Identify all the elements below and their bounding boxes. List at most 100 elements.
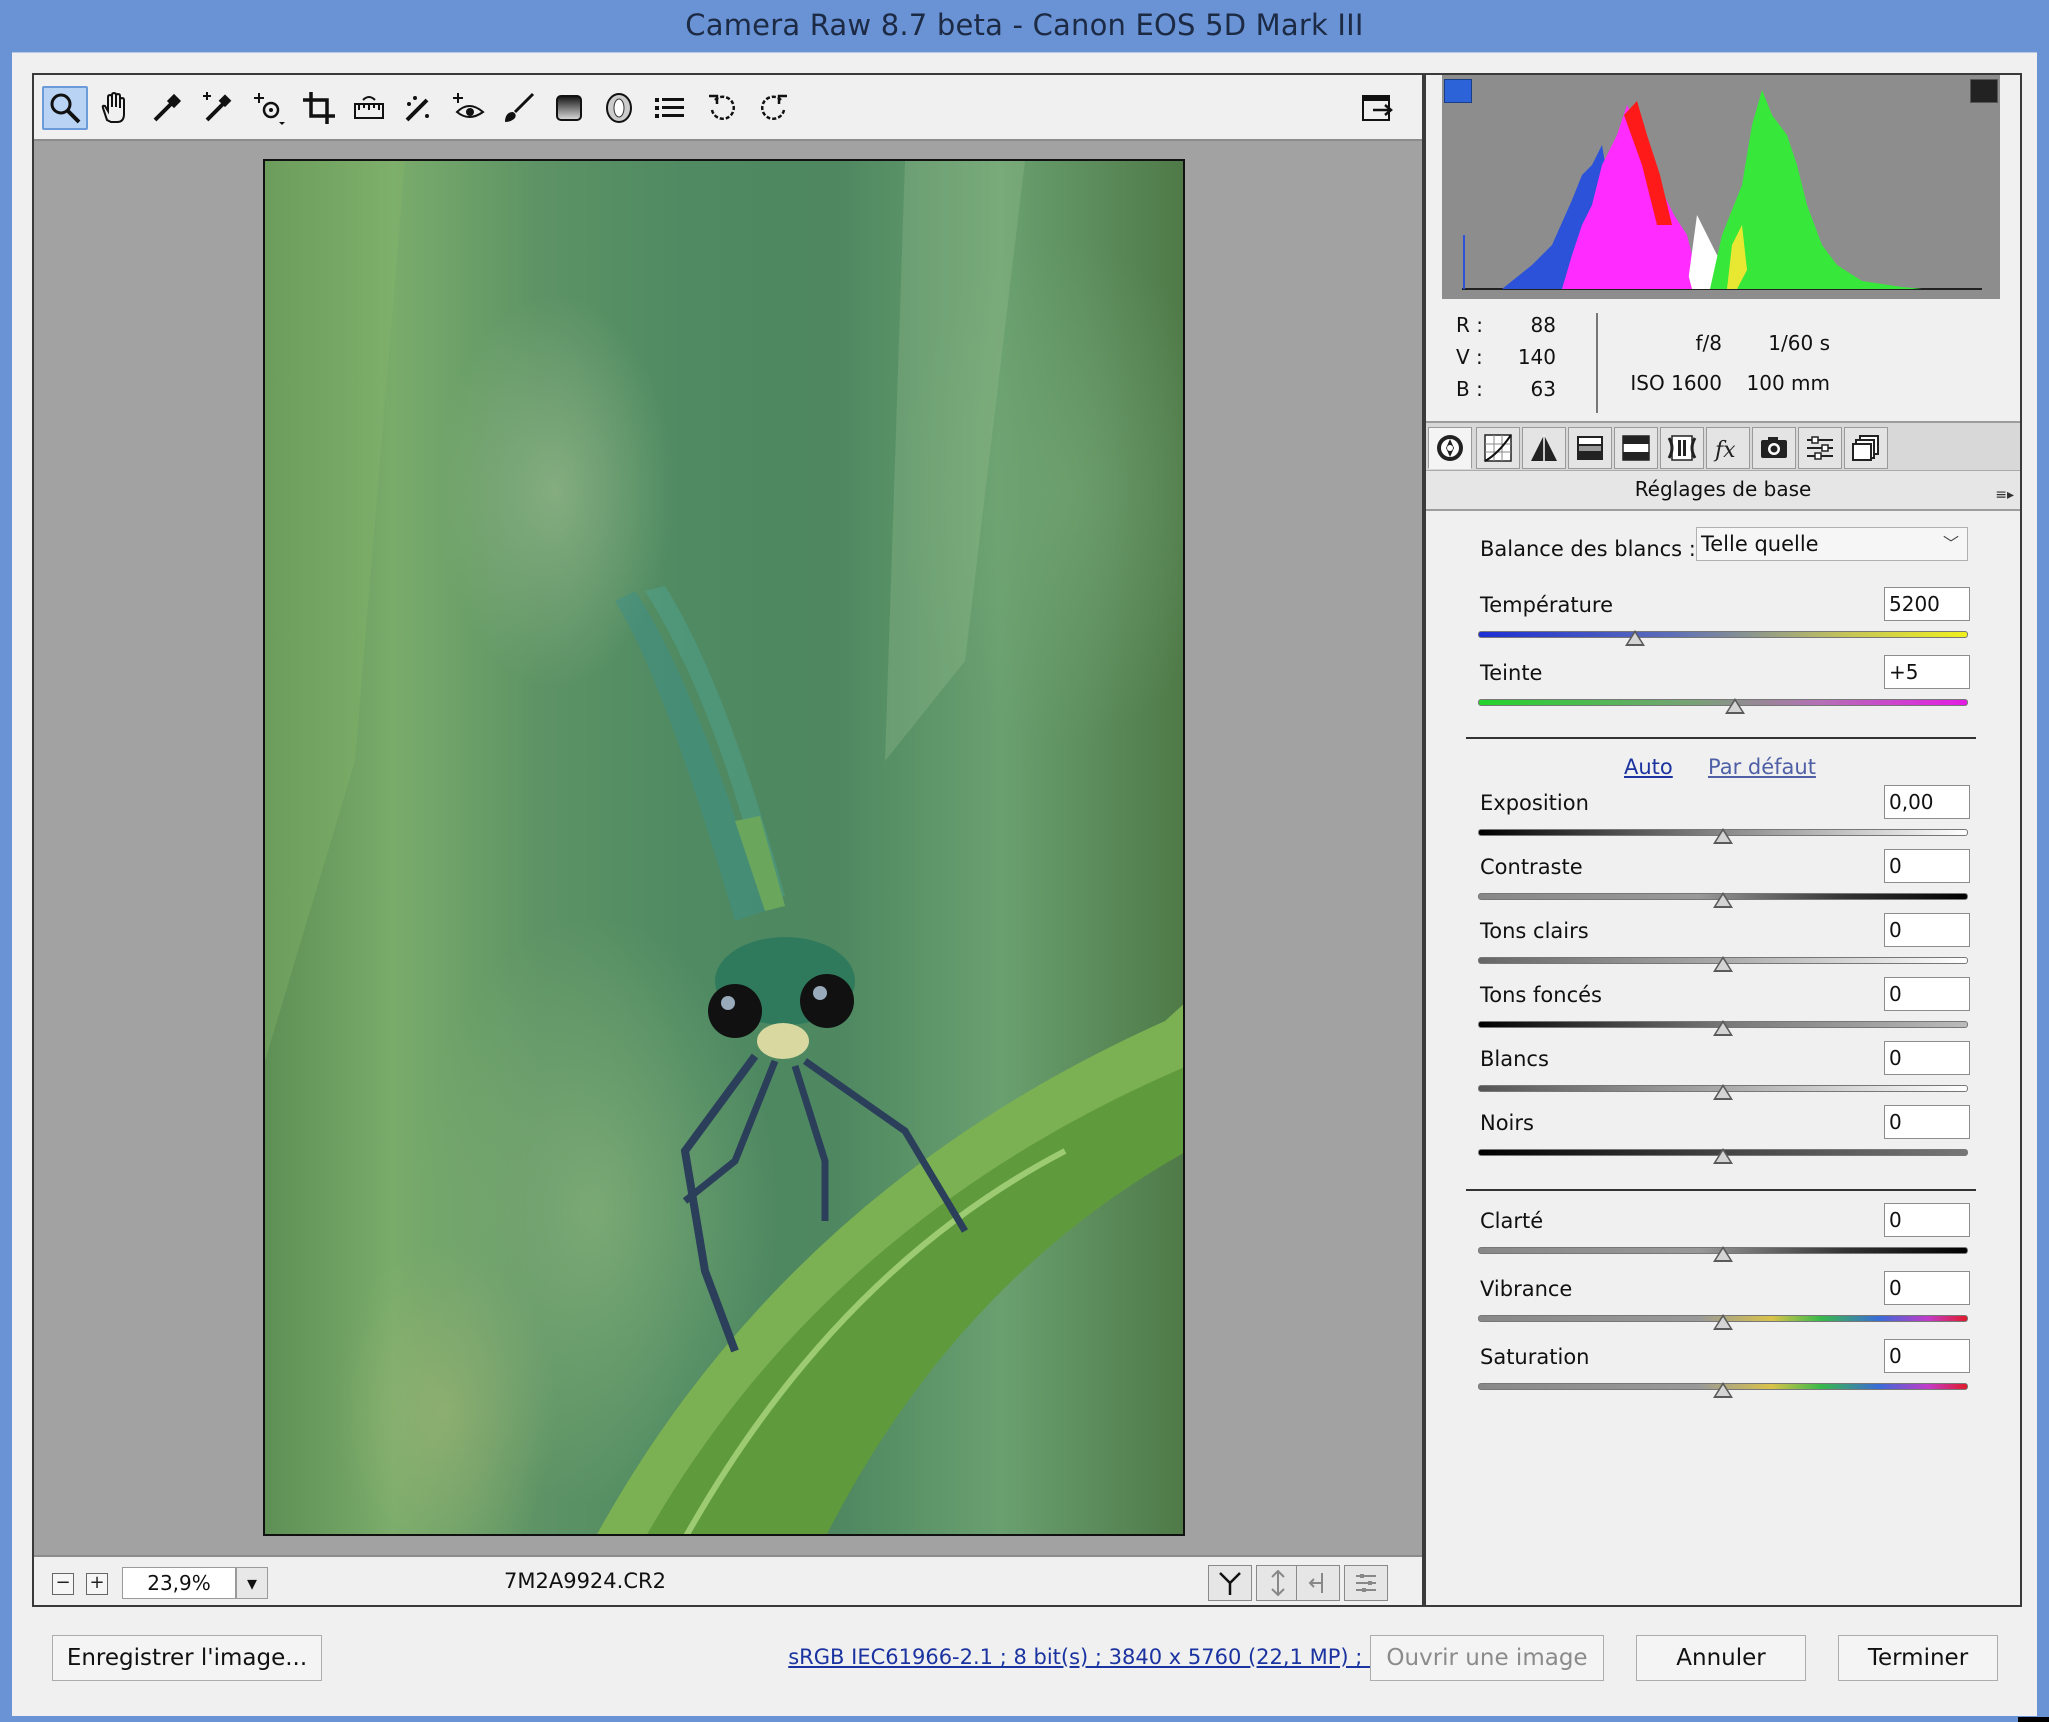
highlights-field[interactable]: 0	[1884, 913, 1970, 947]
highlights-thumb[interactable]	[1713, 956, 1733, 972]
settings-pane: R : 88 V : 140 B : 63 f/8 1/60 s ISO 1600 100…	[1422, 73, 2022, 1607]
exposure-field[interactable]: 0,00	[1884, 785, 1970, 819]
temperature-label: Température	[1480, 593, 1614, 617]
tool-bar	[34, 75, 1422, 141]
spot-removal-icon[interactable]	[396, 86, 442, 130]
hsl-tab-icon[interactable]	[1568, 427, 1612, 469]
contrast-thumb[interactable]	[1713, 892, 1733, 908]
done-button[interactable]: Terminer	[1838, 1635, 1998, 1681]
detail-tab-icon[interactable]	[1522, 427, 1566, 469]
rotate-right-icon[interactable]	[750, 86, 796, 130]
tint-field[interactable]: +5	[1884, 655, 1970, 689]
rotate-left-icon[interactable]	[700, 86, 746, 130]
blacks-thumb[interactable]	[1713, 1148, 1733, 1164]
zoom-in-button[interactable]: +	[86, 1573, 108, 1595]
shadows-thumb[interactable]	[1713, 1020, 1733, 1036]
shadow-clipping-warning-icon[interactable]	[1444, 79, 1472, 103]
exif-info: f/8 1/60 s ISO 1600 100 mm	[1626, 323, 1830, 403]
basic-tab-icon[interactable]	[1428, 427, 1472, 469]
red-eye-icon[interactable]	[446, 86, 492, 130]
cancel-button[interactable]: Annuler	[1636, 1635, 1806, 1681]
highlights-label: Tons clairs	[1480, 919, 1589, 943]
blacks-field[interactable]: 0	[1884, 1105, 1970, 1139]
adjustment-brush-icon[interactable]	[496, 86, 542, 130]
fullscreen-toggle-icon[interactable]	[1354, 86, 1400, 130]
v-value: 140	[1517, 345, 1556, 369]
zoom-dropdown-button[interactable]: ▾	[236, 1567, 268, 1599]
auto-link[interactable]: Auto	[1624, 755, 1673, 779]
clarity-field[interactable]: 0	[1884, 1203, 1970, 1237]
b-value: 63	[1530, 377, 1556, 401]
resize-grip[interactable]	[2018, 1717, 2049, 1722]
chevron-down-icon: ﹀	[1942, 534, 1959, 553]
exposure-thumb[interactable]	[1713, 828, 1733, 844]
targeted-adjustment-icon[interactable]	[246, 86, 292, 130]
clarity-label: Clarté	[1480, 1209, 1544, 1233]
lens-corrections-tab-icon[interactable]	[1660, 427, 1704, 469]
open-image-button[interactable]: Ouvrir une image	[1370, 1635, 1604, 1681]
preview-canvas[interactable]	[34, 143, 1422, 1536]
b-label: B :	[1456, 377, 1483, 401]
camera-calibration-tab-icon[interactable]	[1752, 427, 1796, 469]
split-toning-tab-icon[interactable]	[1614, 427, 1658, 469]
camera-raw-dialog: − + 23,9% ▾ 7M2A9924.CR2 R: 88 V: 140 …	[12, 52, 2049, 1722]
temperature-thumb[interactable]	[1624, 630, 1645, 646]
contrast-field[interactable]: 0	[1884, 849, 1970, 883]
saturation-thumb[interactable]	[1713, 1382, 1733, 1398]
vibrance-field[interactable]: 0	[1884, 1271, 1970, 1305]
wb-label: Balance des blancs :	[1480, 537, 1696, 561]
image-pane: − + 23,9% ▾ 7M2A9924.CR2	[32, 73, 1424, 1607]
whites-field[interactable]: 0	[1884, 1041, 1970, 1075]
file-name: 7M2A9924.CR2	[504, 1569, 666, 1593]
snapshots-tab-icon[interactable]	[1844, 427, 1888, 469]
panel-tabs: fx	[1426, 421, 2020, 471]
clarity-thumb[interactable]	[1713, 1246, 1733, 1262]
white-balance-select[interactable]: Telle quelle ﹀	[1696, 527, 1968, 561]
whites-thumb[interactable]	[1713, 1084, 1733, 1100]
presets-tab-icon[interactable]	[1798, 427, 1842, 469]
svg-text:fx: fx	[1713, 438, 1736, 463]
window-title: Camera Raw 8.7 beta - Canon EOS 5D Mark …	[685, 8, 1364, 42]
shutter-speed: 1/60 s	[1768, 331, 1830, 355]
temperature-field[interactable]: 5200	[1884, 587, 1970, 621]
tint-thumb[interactable]	[1725, 698, 1746, 714]
save-image-button[interactable]: Enregistrer l'image...	[52, 1635, 322, 1681]
readout-divider	[1596, 313, 1598, 413]
zoom-tool-icon[interactable]	[42, 86, 88, 130]
shadows-field[interactable]: 0	[1884, 977, 1970, 1011]
tone-curve-tab-icon[interactable]	[1476, 427, 1520, 469]
divider	[1466, 1189, 1976, 1191]
vibrance-label: Vibrance	[1480, 1277, 1573, 1301]
preview-preferences-icon[interactable]	[1344, 1565, 1388, 1601]
focal-length: 100 mm	[1746, 371, 1831, 395]
tint-label: Teinte	[1480, 661, 1543, 685]
panel-menu-icon[interactable]: ≡▸	[1995, 477, 2014, 513]
radial-filter-icon[interactable]	[596, 86, 642, 130]
highlight-clipping-warning-icon[interactable]	[1970, 79, 1998, 103]
white-balance-eyedropper-icon[interactable]	[144, 86, 190, 130]
v-label: V :	[1456, 345, 1483, 369]
zoom-level-field[interactable]: 23,9%	[122, 1567, 236, 1599]
before-after-icon[interactable]	[1256, 1565, 1300, 1601]
saturation-field[interactable]: 0	[1884, 1339, 1970, 1373]
hand-tool-icon[interactable]	[92, 86, 138, 130]
crop-icon[interactable]	[296, 86, 342, 130]
temperature-slider[interactable]	[1478, 631, 1968, 638]
toggle-settings-icon[interactable]	[1296, 1565, 1340, 1601]
effects-tab-icon[interactable]: fx	[1706, 427, 1750, 469]
zoom-out-button[interactable]: −	[52, 1573, 74, 1595]
tint-slider[interactable]	[1478, 699, 1968, 706]
r-value: 88	[1530, 313, 1556, 337]
default-link[interactable]: Par défaut	[1708, 755, 1816, 779]
aperture: f/8	[1695, 331, 1722, 355]
vibrance-thumb[interactable]	[1713, 1314, 1733, 1330]
preferences-list-icon[interactable]	[646, 86, 692, 130]
graduated-filter-icon[interactable]	[546, 86, 592, 130]
view-mode-y-icon[interactable]	[1208, 1565, 1252, 1601]
color-sampler-icon[interactable]	[194, 86, 240, 130]
preview-image	[263, 159, 1185, 1536]
rgb-readout: R : 88 V : 140 B : 63	[1456, 309, 1556, 405]
exposure-label: Exposition	[1480, 791, 1589, 815]
straighten-icon[interactable]	[346, 86, 392, 130]
iso: ISO 1600	[1630, 371, 1722, 395]
